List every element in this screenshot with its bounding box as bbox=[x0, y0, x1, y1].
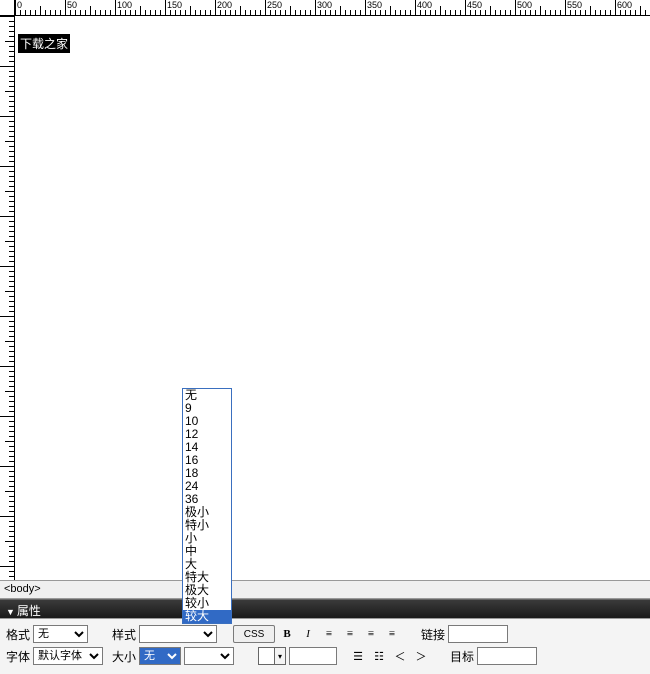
properties-panel-title[interactable]: ▼属性 bbox=[0, 599, 650, 618]
color-hex-input[interactable] bbox=[289, 647, 337, 665]
vertical-ruler bbox=[0, 16, 15, 580]
size-option[interactable]: 较大 bbox=[183, 610, 231, 623]
style-select[interactable] bbox=[139, 625, 217, 643]
size-select[interactable]: 无 bbox=[139, 647, 181, 665]
outdent-icon[interactable]: ＜ bbox=[391, 647, 409, 665]
target-input[interactable] bbox=[477, 647, 537, 665]
tag-selector-bar[interactable]: <body> bbox=[0, 580, 650, 599]
design-canvas[interactable]: 下载之家 bbox=[15, 16, 650, 580]
align-center-icon[interactable]: ≡ bbox=[341, 625, 359, 643]
sample-text[interactable]: 下载之家 bbox=[18, 34, 70, 53]
text-color-picker[interactable]: ▾ bbox=[258, 647, 286, 665]
size-label: 大小 bbox=[112, 648, 136, 665]
panel-title-text: 属性 bbox=[17, 604, 41, 618]
target-label: 目标 bbox=[450, 648, 474, 665]
italic-icon[interactable]: I bbox=[299, 625, 317, 643]
format-select[interactable]: 无 bbox=[33, 625, 88, 643]
format-label: 格式 bbox=[6, 626, 30, 643]
link-label: 链接 bbox=[421, 626, 445, 643]
link-input[interactable] bbox=[448, 625, 508, 643]
font-label: 字体 bbox=[6, 648, 30, 665]
indent-icon[interactable]: ＞ bbox=[412, 647, 430, 665]
ruler-corner bbox=[0, 0, 15, 16]
css-button[interactable]: CSS bbox=[233, 625, 275, 643]
align-left-icon[interactable]: ≡ bbox=[320, 625, 338, 643]
ordered-list-icon[interactable]: ☷ bbox=[370, 647, 388, 665]
style-label: 样式 bbox=[112, 626, 136, 643]
font-select[interactable]: 默认字体 bbox=[33, 647, 103, 665]
align-justify-icon[interactable]: ≡ bbox=[383, 625, 401, 643]
collapse-triangle-icon[interactable]: ▼ bbox=[6, 607, 15, 617]
properties-panel: 格式 无 样式 CSS B I ≡ ≡ ≡ ≡ 链接 字体 默认字体 大小 无 … bbox=[0, 618, 650, 674]
unordered-list-icon[interactable]: ☰ bbox=[349, 647, 367, 665]
size-unit-select[interactable] bbox=[184, 647, 234, 665]
align-right-icon[interactable]: ≡ bbox=[362, 625, 380, 643]
horizontal-ruler: 050100150200250300350400450500550600 bbox=[15, 0, 650, 16]
size-dropdown-list[interactable]: 无910121416182436极小特小小中大特大极大较小较大 bbox=[182, 388, 232, 624]
bold-icon[interactable]: B bbox=[278, 625, 296, 643]
